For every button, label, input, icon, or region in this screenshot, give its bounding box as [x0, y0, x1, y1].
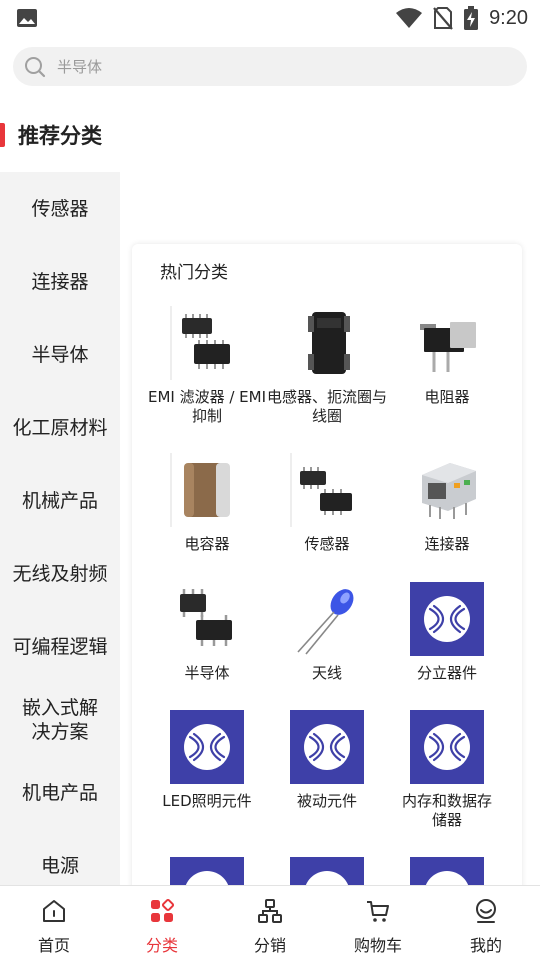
sidebar-item-label: 无线及射频 [12, 562, 108, 585]
cart-icon [367, 901, 389, 922]
sensor-chip-image [290, 453, 352, 527]
nav-label: 我的 [469, 936, 502, 955]
sidebar-item-label: 传感器 [31, 197, 89, 220]
led-image [297, 589, 354, 655]
hot-item-label: 天线 [311, 664, 342, 682]
brand-logo-tile [290, 710, 364, 784]
hot-item-label: 分立器件 [416, 664, 477, 682]
nav-home[interactable]: 首页 [0, 886, 108, 960]
hot-item-label: EMI 滤波器 / EMI 抑制 [147, 388, 267, 425]
search-input[interactable] [57, 47, 497, 86]
nav-label: 分销 [253, 936, 286, 955]
sidebar-item-label: 机械产品 [21, 489, 98, 512]
hot-item-label: 电感器、扼流圈与线圈 [267, 388, 388, 425]
home-icon [43, 900, 65, 922]
capacitor-image [170, 453, 230, 527]
sidebar-item-power[interactable]: 电源 [0, 829, 120, 888]
brand-logo-tile [410, 582, 484, 656]
sidebar-item-label: 可编程逻辑 [12, 635, 108, 658]
nav-category[interactable]: 分类 [108, 886, 216, 960]
section-title: 推荐分类 [18, 124, 102, 148]
sidebar-item-sensors[interactable]: 传感器 [0, 172, 120, 245]
transistor-chip-image [180, 589, 232, 646]
section-accent-bar [0, 123, 5, 147]
emi-filter-chip-image [170, 306, 230, 380]
resistor-image [420, 322, 476, 372]
hot-item-label: 连接器 [424, 535, 470, 553]
sidebar-item-chemicals[interactable]: 化工原材料 [0, 391, 120, 464]
no-sim-icon [433, 7, 453, 30]
hot-item-label: 内存和数据存储器 [401, 792, 492, 829]
search-icon [25, 57, 46, 78]
sidebar-item-programmable-logic[interactable]: 可编程逻辑 [0, 610, 120, 683]
brand-logo-tile [170, 710, 244, 784]
hot-item-label: 电阻器 [424, 388, 470, 406]
nav-profile[interactable]: 我的 [432, 886, 540, 960]
sidebar-item-label: 嵌入式解决方案 [21, 696, 98, 743]
distribution-icon [258, 899, 282, 923]
category-sidebar[interactable]: 传感器 连接器 半导体 化工原材料 机械产品 无线及射频 可编程逻辑 嵌入式解决… [0, 172, 120, 888]
sidebar-item-label: 化工原材料 [12, 416, 108, 439]
screen: 9:20 推荐分类 传感器 连接器 半导体 化工原材料 机械产品 无线及射频 可… [0, 0, 540, 960]
hot-item-label: 被动元件 [296, 792, 357, 810]
battery-charging-icon [464, 6, 479, 30]
nav-label: 首页 [37, 936, 70, 955]
nav-distribution[interactable]: 分销 [216, 886, 324, 960]
hot-item-label: 传感器 [304, 535, 350, 553]
status-time: 9:20 [489, 6, 528, 29]
status-bar: 9:20 [0, 0, 540, 36]
sidebar-item-label: 连接器 [31, 270, 89, 293]
sidebar-item-label: 半导体 [31, 343, 89, 366]
sidebar-item-connectors[interactable]: 连接器 [0, 245, 120, 318]
sidebar-item-electromechanical[interactable]: 机电产品 [0, 756, 120, 829]
rj45-connector-image [422, 463, 476, 519]
inductor-image [308, 312, 350, 374]
hot-categories-title: 热门分类 [160, 263, 228, 283]
brand-logo-tile [410, 857, 484, 888]
nav-label: 购物车 [353, 936, 402, 955]
wifi-icon [396, 8, 423, 28]
search-bar[interactable] [13, 47, 527, 86]
profile-icon [476, 899, 496, 923]
category-content: 热门分类 EMI 滤波器 / EMI 抑制 电感器、扼流圈与线圈 电阻器 电容器… [120, 172, 540, 888]
hot-item-label: 半导体 [184, 664, 230, 682]
nav-cart[interactable]: 购物车 [324, 886, 432, 960]
hot-item-label: LED照明元件 [162, 792, 252, 810]
brand-logo-tile [290, 857, 364, 888]
sidebar-item-embedded-solutions[interactable]: 嵌入式解决方案 [0, 683, 120, 756]
sidebar-item-label: 电源 [40, 854, 79, 877]
sidebar-item-mechanical[interactable]: 机械产品 [0, 464, 120, 537]
brand-logo-tile [170, 857, 244, 888]
hot-item-label: 电容器 [184, 535, 230, 553]
sidebar-item-wireless-rf[interactable]: 无线及射频 [0, 537, 120, 610]
category-icon [151, 898, 175, 922]
nav-label: 分类 [145, 936, 178, 955]
bottom-nav: 首页 分类 分销 购物车 我的 [0, 885, 540, 960]
image-icon [17, 9, 37, 27]
sidebar-item-semiconductors[interactable]: 半导体 [0, 318, 120, 391]
brand-logo-tile [410, 710, 484, 784]
sidebar-item-label: 机电产品 [21, 781, 98, 804]
